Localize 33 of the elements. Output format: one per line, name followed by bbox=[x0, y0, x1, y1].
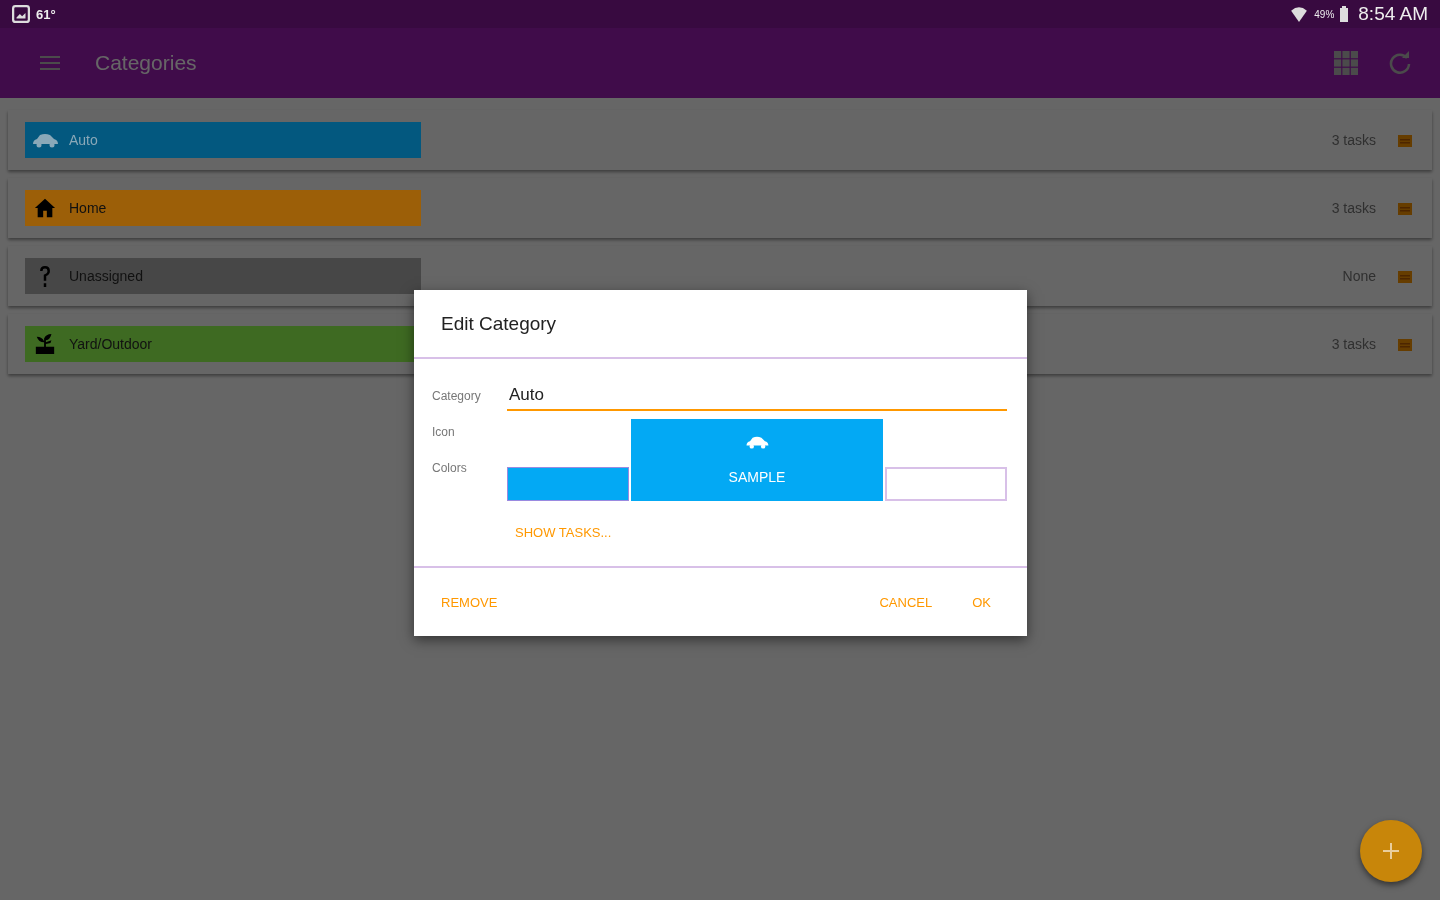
calendar-icon[interactable] bbox=[1398, 133, 1412, 147]
dialog-title: Edit Category bbox=[414, 290, 1027, 359]
remove-button[interactable]: REMOVE bbox=[433, 590, 506, 614]
add-button[interactable] bbox=[1360, 820, 1422, 882]
battery-icon bbox=[1340, 6, 1349, 22]
category-name: Home bbox=[69, 200, 107, 216]
refresh-icon[interactable] bbox=[1388, 51, 1412, 75]
category-name: Auto bbox=[69, 132, 98, 148]
color-swatch[interactable] bbox=[507, 467, 629, 501]
field-label: Category bbox=[432, 389, 482, 405]
field-label: Colors bbox=[432, 461, 468, 477]
category-name: Yard/Outdoor bbox=[69, 336, 152, 352]
grid-icon[interactable] bbox=[1334, 51, 1358, 75]
temperature: 61° bbox=[36, 6, 56, 22]
battery-percent: 49% bbox=[1314, 8, 1335, 20]
app-title: Categories bbox=[95, 51, 197, 75]
field-label: Icon bbox=[432, 425, 456, 441]
calendar-icon[interactable] bbox=[1398, 201, 1412, 215]
car-icon bbox=[744, 435, 770, 449]
menu-icon[interactable] bbox=[40, 55, 60, 71]
dialog-button[interactable]: OK bbox=[964, 590, 999, 614]
dialog-button[interactable]: CANCEL bbox=[871, 590, 941, 614]
image-icon bbox=[12, 5, 30, 23]
plus-icon bbox=[1383, 843, 1399, 859]
calendar-icon[interactable] bbox=[1398, 337, 1412, 351]
question-mark-icon bbox=[40, 265, 50, 287]
show-tasks-button[interactable]: SHOW TASKS... bbox=[507, 521, 620, 544]
clock: 8:54 AM bbox=[1358, 3, 1428, 25]
color-swatch[interactable] bbox=[885, 467, 1007, 501]
sample-label: SAMPLE bbox=[728, 469, 786, 485]
sample-preview[interactable]: SAMPLE bbox=[631, 419, 883, 501]
wifi-icon bbox=[1290, 5, 1309, 23]
calendar-icon[interactable] bbox=[1398, 269, 1412, 283]
